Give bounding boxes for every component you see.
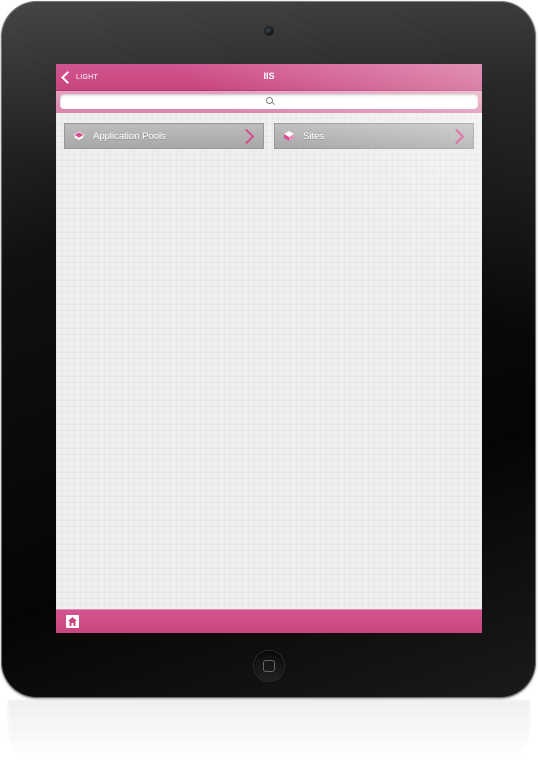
camera-icon xyxy=(265,27,273,35)
screen-glare xyxy=(56,64,482,633)
bottom-toolbar xyxy=(56,609,482,633)
sites-tile[interactable]: Sites xyxy=(274,123,474,149)
navigation-bar: LIGHT IIS xyxy=(56,64,482,91)
home-icon[interactable] xyxy=(66,615,79,628)
application-pools-label: Application Pools xyxy=(93,131,166,142)
search-icon xyxy=(266,97,273,104)
application-pools-tile[interactable]: Application Pools xyxy=(64,123,264,149)
sites-label: Sites xyxy=(303,131,325,142)
app-screen: LIGHT IIS Application Pools Sites xyxy=(56,64,482,633)
sites-icon xyxy=(284,131,294,141)
search-bar xyxy=(56,91,482,113)
search-input[interactable] xyxy=(60,94,478,109)
chevron-right-icon xyxy=(448,128,465,145)
chevron-right-icon xyxy=(238,128,255,145)
application-pools-icon xyxy=(73,131,85,140)
device-home-button[interactable] xyxy=(254,651,284,681)
page-title: IIS xyxy=(263,71,275,81)
home-button-square-icon xyxy=(263,660,275,672)
device-reflection xyxy=(8,700,530,760)
